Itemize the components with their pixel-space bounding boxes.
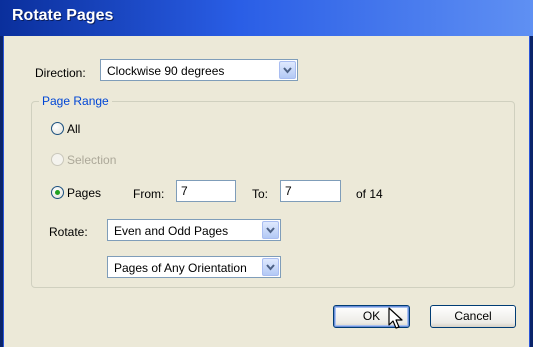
- chevron-down-icon[interactable]: [262, 221, 279, 239]
- selection-label: Selection: [67, 153, 117, 167]
- direction-value: Clockwise 90 degrees: [107, 64, 225, 78]
- chevron-down-icon[interactable]: [279, 61, 296, 79]
- orientation-select[interactable]: Pages of Any Orientation: [107, 256, 281, 278]
- chevron-down-icon[interactable]: [262, 258, 279, 276]
- to-label: To:: [252, 187, 269, 201]
- dialog-title: Rotate Pages: [12, 7, 114, 24]
- direction-label: Direction:: [35, 66, 86, 80]
- rotate-pages-value: Even and Odd Pages: [114, 224, 229, 238]
- direction-select[interactable]: Clockwise 90 degrees: [100, 59, 298, 81]
- orientation-value: Pages of Any Orientation: [114, 261, 247, 275]
- all-radio[interactable]: [51, 122, 64, 135]
- from-page-field[interactable]: 7: [176, 180, 236, 202]
- cancel-button[interactable]: Cancel: [430, 305, 516, 328]
- title-bar[interactable]: Rotate Pages: [0, 0, 533, 36]
- pages-label[interactable]: Pages: [67, 186, 101, 200]
- to-page-field[interactable]: 7: [280, 180, 341, 202]
- pages-radio[interactable]: [51, 186, 64, 199]
- rotate-label: Rotate:: [49, 225, 88, 239]
- page-count-text: of 14: [356, 187, 383, 201]
- from-label: From:: [133, 187, 165, 201]
- rotate-pages-select[interactable]: Even and Odd Pages: [107, 219, 281, 241]
- page-range-title: Page Range: [39, 94, 112, 108]
- radio-selected-dot: [55, 190, 60, 195]
- all-label[interactable]: All: [67, 122, 80, 136]
- selection-radio: [51, 153, 64, 166]
- mouse-cursor-icon: [388, 307, 403, 329]
